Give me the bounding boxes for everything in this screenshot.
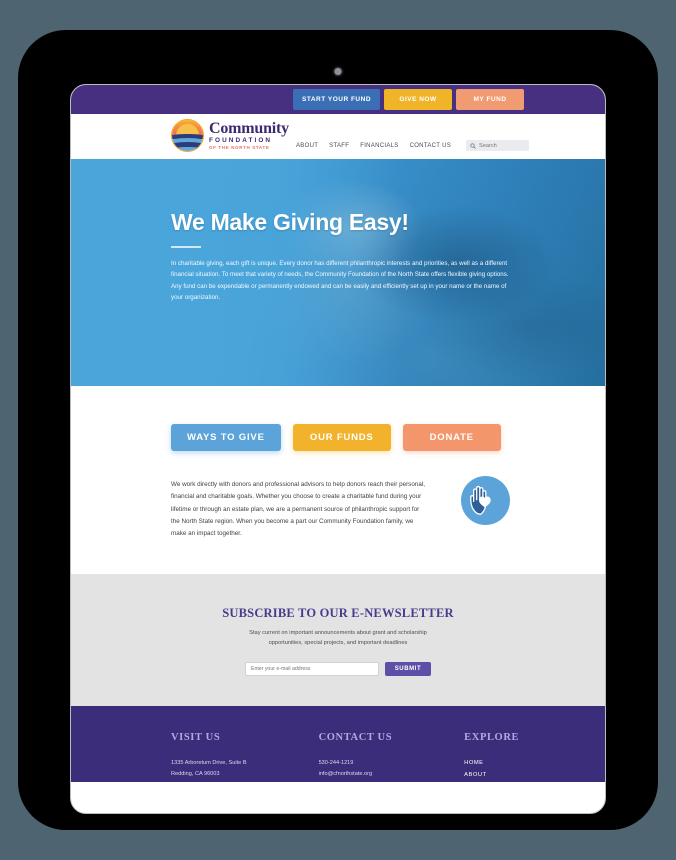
newsletter-email-input[interactable] bbox=[245, 662, 379, 677]
our-funds-button[interactable]: OUR FUNDS bbox=[292, 424, 391, 451]
sunset-waves-logo-icon bbox=[171, 119, 204, 152]
hand-heart-glyph bbox=[470, 485, 491, 516]
footer-visit-us-title: VISIT US bbox=[171, 732, 221, 744]
newsletter-title: SUBSCRIBE TO OUR E-NEWSLETTER bbox=[222, 606, 454, 621]
footer-column-contact-us: CONTACT US 530-244-1219 info@cfnorthstat… bbox=[319, 732, 393, 782]
ways-to-give-button[interactable]: WAYS TO GIVE bbox=[171, 424, 281, 451]
hero-section: We Make Giving Easy! In charitable givin… bbox=[71, 159, 605, 386]
cta-button-group: WAYS TO GIVE OUR FUNDS DONATE bbox=[71, 424, 605, 451]
nav-item-contact-us[interactable]: CONTACT US bbox=[410, 143, 451, 149]
newsletter-section: SUBSCRIBE TO OUR E-NEWSLETTER Stay curre… bbox=[71, 574, 605, 707]
site-logo[interactable]: Community FOUNDATION OF THE NORTH STATE bbox=[171, 119, 289, 152]
hero-divider bbox=[171, 246, 201, 248]
newsletter-subtitle: Stay current on important announcements … bbox=[249, 630, 427, 647]
nav-item-staff[interactable]: STAFF bbox=[329, 143, 349, 149]
give-now-button[interactable]: GIVE NOW bbox=[384, 89, 453, 110]
cta-section: WAYS TO GIVE OUR FUNDS DONATE We work di… bbox=[71, 386, 605, 783]
search-input[interactable] bbox=[479, 142, 526, 149]
start-your-fund-button[interactable]: START YOUR FUND bbox=[293, 89, 381, 110]
tablet-device-frame: START YOUR FUND GIVE NOW MY FUND Communi… bbox=[18, 30, 658, 830]
footer-phone[interactable]: 530-244-1219 bbox=[319, 758, 393, 768]
search-box[interactable] bbox=[466, 140, 530, 151]
footer-email[interactable]: info@cfnorthstate.org bbox=[319, 769, 393, 779]
footer-contact-us-title: CONTACT US bbox=[318, 732, 393, 744]
hero-paragraph: In charitable giving, each gift is uniqu… bbox=[171, 259, 509, 302]
hero-title: We Make Giving Easy! bbox=[171, 209, 409, 235]
search-icon bbox=[470, 142, 476, 149]
footer-address-line-1: 1335 Arboretum Drive, Suite B bbox=[171, 760, 247, 767]
footer-column-visit-us: VISIT US 1335 Arboretum Drive, Suite B R… bbox=[171, 732, 247, 782]
main-navigation: ABOUT STAFF FINANCIALS CONTACT US bbox=[296, 140, 530, 151]
intro-row: We work directly with donors and profess… bbox=[71, 451, 605, 540]
top-cta-button-group: START YOUR FUND GIVE NOW MY FUND bbox=[293, 89, 525, 110]
site-footer: VISIT US 1335 Arboretum Drive, Suite B R… bbox=[71, 706, 605, 783]
hand-heart-icon bbox=[461, 476, 510, 525]
logo-wordmark: Community FOUNDATION OF THE NORTH STATE bbox=[209, 119, 289, 150]
donate-button[interactable]: DONATE bbox=[402, 424, 501, 451]
top-utility-bar: START YOUR FUND GIVE NOW MY FUND bbox=[71, 85, 605, 114]
footer-explore-title: EXPLORE bbox=[464, 732, 520, 744]
newsletter-submit-button[interactable]: SUBMIT bbox=[385, 662, 431, 677]
footer-address-line-2: Redding, CA 96003 bbox=[171, 770, 220, 777]
footer-link-home[interactable]: HOME bbox=[464, 758, 519, 770]
nav-item-about[interactable]: ABOUT bbox=[296, 143, 318, 149]
footer-column-explore: EXPLORE HOME ABOUT bbox=[464, 732, 519, 782]
logo-line-foundation: FOUNDATION bbox=[209, 136, 273, 144]
tablet-screen: START YOUR FUND GIVE NOW MY FUND Communi… bbox=[70, 84, 606, 814]
hero-content: We Make Giving Easy! In charitable givin… bbox=[171, 210, 521, 304]
intro-paragraph: We work directly with donors and profess… bbox=[171, 481, 425, 538]
logo-line-community: Community bbox=[209, 119, 289, 137]
site-header: Community FOUNDATION OF THE NORTH STATE … bbox=[71, 114, 605, 159]
front-camera-icon bbox=[334, 68, 342, 75]
newsletter-form: SUBMIT bbox=[245, 662, 431, 677]
nav-item-financials[interactable]: FINANCIALS bbox=[360, 143, 398, 149]
my-fund-button[interactable]: MY FUND bbox=[456, 89, 525, 110]
logo-line-north-state: OF THE NORTH STATE bbox=[209, 144, 270, 150]
footer-link-about[interactable]: ABOUT bbox=[464, 770, 519, 782]
